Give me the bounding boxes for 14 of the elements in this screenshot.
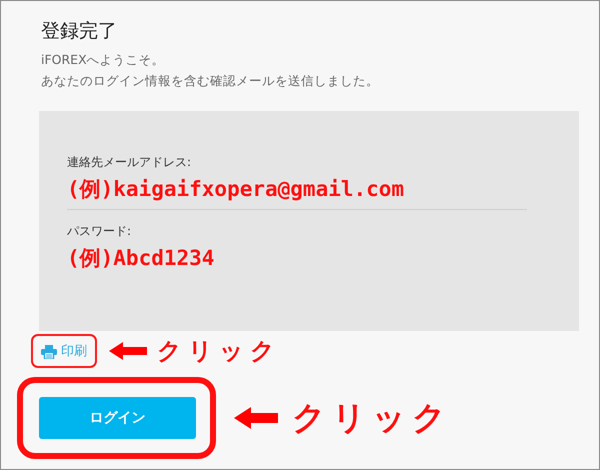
left-arrow-icon — [234, 407, 278, 429]
click-annotation: クリック — [157, 336, 281, 367]
field-label: パスワード: — [67, 223, 132, 240]
field-label: 連絡先メールアドレス: — [67, 154, 192, 171]
login-button[interactable]: ログイン — [39, 397, 196, 439]
printer-icon — [41, 345, 57, 359]
page-title: 登録完了 — [41, 19, 118, 44]
example-value: (例)Abcd1234 — [67, 245, 214, 272]
print-link[interactable]: 印刷 — [41, 342, 87, 360]
intro-text: iFOREXへようこそ。 — [41, 51, 165, 69]
left-arrow-icon — [109, 342, 147, 360]
click-annotation: クリック — [292, 396, 452, 438]
example-value: (例)kaigaifxopera@gmail.com — [67, 176, 404, 203]
intro-text: あなたのログイン情報を含む確認メールを送信しました。 — [41, 72, 379, 90]
